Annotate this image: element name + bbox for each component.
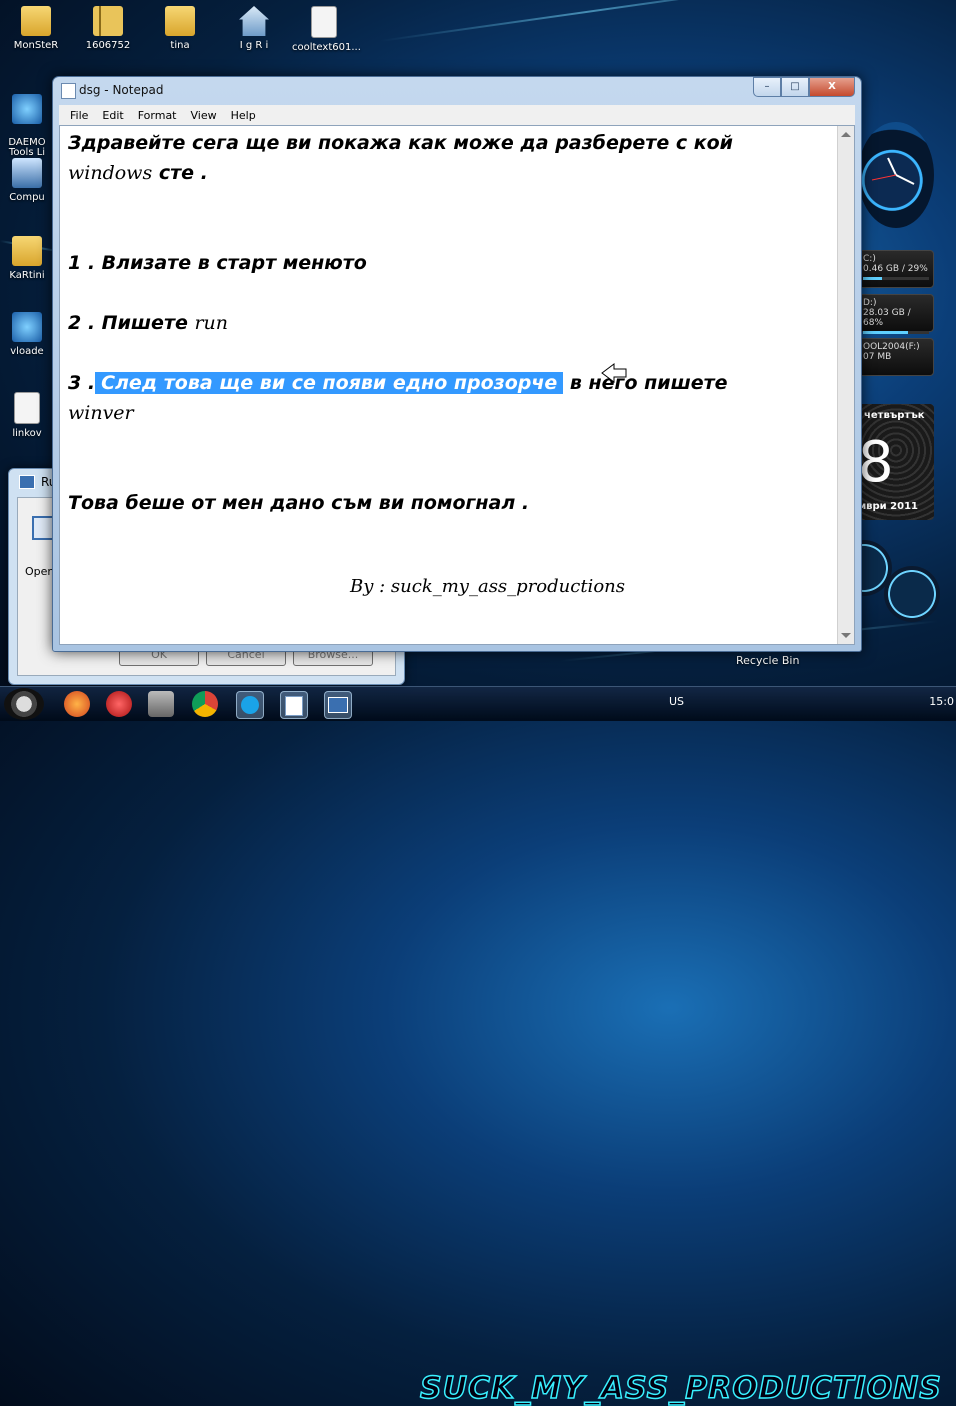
skype-taskbar-button[interactable] [236, 691, 264, 719]
watermark-text: SUCK_MY_ASS_PRODUCTIONS [419, 1370, 942, 1406]
text-line-4: 2 . Пишете run [68, 312, 229, 334]
notepad-icon [61, 83, 76, 99]
notepad-window: dsg - Notepad – □ X File Edit Format Vie… [52, 76, 862, 652]
desktop-icon-vloader[interactable]: vloade [2, 312, 52, 357]
menu-file[interactable]: File [63, 109, 95, 122]
skype-icon [241, 696, 259, 714]
text-line-1: Здравейте сега ще ви покажа как може да … [68, 132, 733, 154]
window-controls: – □ X [753, 77, 855, 97]
window-title: dsg - Notepad [79, 83, 164, 97]
folder-icon [165, 6, 195, 36]
selected-text[interactable]: След това ще ви се появи едно прозорче [95, 372, 564, 394]
menu-bar: File Edit Format View Help [59, 105, 855, 125]
chrome-icon[interactable] [192, 691, 218, 717]
desktop-icon-igri[interactable]: I g R i [222, 6, 286, 51]
text-line-3: 1 . Влизате в старт менюто [68, 252, 367, 274]
calendar-gadget: четвъртък 8 мври 2011 [858, 404, 934, 520]
home-icon [239, 6, 269, 36]
desktop-icon-monster[interactable]: MonSteR [4, 6, 68, 51]
close-button[interactable]: X [809, 77, 855, 97]
wallpaper-streak [379, 0, 797, 42]
daemon-tools-icon [12, 94, 42, 124]
document-icon [14, 392, 40, 424]
text-line-6: winver [68, 402, 134, 424]
drive-c-usage-bar [863, 277, 883, 280]
tray-clock[interactable]: 15:0 [929, 695, 954, 708]
desktop-icon-cooltext[interactable]: cooltext601... [292, 6, 361, 53]
drive-d-usage-bar [863, 331, 908, 334]
document-icon [311, 6, 337, 38]
desktop-icon-daemon-tools[interactable]: DAEMO Tools Li [2, 84, 52, 168]
run-icon [328, 697, 348, 713]
run-dialog-title: Ru [19, 475, 56, 489]
scroll-up-icon[interactable] [841, 132, 851, 137]
run-taskbar-button[interactable] [324, 691, 352, 719]
desktop-icon-tina[interactable]: tina [148, 6, 212, 51]
menu-edit[interactable]: Edit [95, 109, 130, 122]
menu-help[interactable]: Help [224, 109, 263, 122]
clock-face-icon [871, 157, 915, 185]
run-icon [19, 475, 35, 489]
menu-format[interactable]: Format [131, 109, 184, 122]
desktop-icon-computer[interactable]: Compu [2, 158, 52, 203]
taskbar: SUCK_MY_ASS_PRODUCTIONS US 15:0 [0, 686, 956, 1406]
mouse-cursor-icon [601, 363, 627, 383]
notepad-taskbar-button[interactable] [280, 691, 308, 719]
start-button[interactable] [4, 688, 44, 720]
menu-view[interactable]: View [184, 109, 224, 122]
text-editor[interactable]: Здравейте сега ще ви покажа как може да … [59, 125, 855, 645]
clock-gadget[interactable] [858, 122, 934, 228]
maximize-button[interactable]: □ [781, 77, 809, 97]
language-indicator[interactable]: US [669, 695, 684, 708]
drive-meter-d: D:) 28.03 GB / 68% [858, 294, 934, 334]
drive-meter-c: C:) 0.46 GB / 29% [858, 250, 934, 288]
desktop-icon-linkov[interactable]: linkov [2, 392, 52, 439]
run-open-label: Open [25, 565, 55, 578]
notepad-icon [285, 696, 303, 716]
computer-icon [12, 158, 42, 188]
ram-gauge-icon [884, 566, 940, 622]
opera-icon[interactable] [106, 691, 132, 717]
text-line-2: windows сте . [68, 162, 208, 184]
folder-icon [21, 6, 51, 36]
recycle-bin-label[interactable]: Recycle Bin [736, 654, 799, 667]
desktop-icon-1606752[interactable]: 1606752 [76, 6, 140, 51]
text-line-5: 3 . След това ще ви се появи едно прозорч… [68, 372, 728, 394]
drive-meter-f: OOL2004(F:) 07 MB [858, 338, 934, 376]
app-icon[interactable] [148, 691, 174, 717]
zip-icon [93, 6, 123, 36]
vertical-scrollbar[interactable] [837, 126, 854, 644]
firefox-icon[interactable] [64, 691, 90, 717]
text-line-7: Това беше от мен дано съм ви помогнал . [68, 492, 530, 514]
scroll-down-icon[interactable] [841, 633, 851, 638]
gear-icon [12, 312, 42, 342]
desktop-icon-kartini[interactable]: KaRtini [2, 236, 52, 281]
badge-icon [12, 236, 42, 266]
signature-text: By : suck_my_ass_productions [350, 576, 625, 597]
minimize-button[interactable]: – [753, 77, 781, 97]
